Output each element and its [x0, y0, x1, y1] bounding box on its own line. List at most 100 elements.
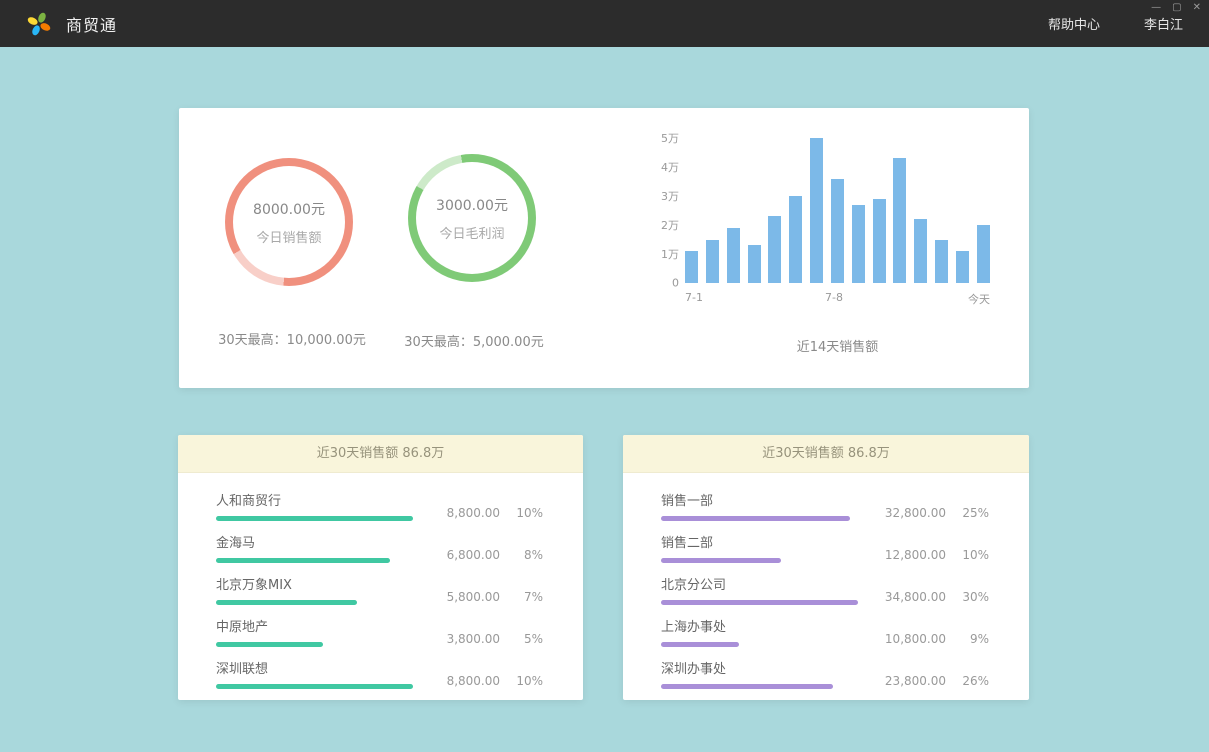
progress-bar [661, 516, 850, 521]
amount: 5,800.00 [447, 590, 500, 604]
customer-card-header: 近30天销售额 86.8万 [178, 435, 583, 473]
amount: 10,800.00 [885, 632, 946, 646]
chart-caption: 近14天销售额 [685, 336, 990, 355]
sales-bar [914, 219, 927, 283]
amount: 23,800.00 [885, 674, 946, 688]
y-tick: 5万 [661, 130, 679, 146]
sales-bar [893, 158, 906, 283]
progress-bar [661, 600, 858, 605]
app-logo-icon [26, 11, 52, 37]
sales-bar [935, 240, 948, 284]
amount: 12,800.00 [885, 548, 946, 562]
percent: 30% [959, 590, 989, 604]
progress-bar [216, 516, 413, 521]
list-item: 深圳联想 8,800.00 10% [216, 658, 543, 689]
x-tick: 今天 [968, 291, 990, 307]
sales-summary-card: 8000.00元 今日销售额 30天最高：10,000.00元 3000.00元… [179, 108, 1029, 388]
percent: 25% [959, 506, 989, 520]
entity-name: 中原地产 [216, 616, 426, 635]
y-tick: 2万 [661, 217, 679, 233]
list-item: 金海马 6,800.00 8% [216, 532, 543, 563]
entity-name: 人和商贸行 [216, 490, 426, 509]
window-controls: — ▢ ✕ [1151, 3, 1201, 13]
username[interactable]: 李白江 [1144, 14, 1183, 33]
maximize-icon[interactable]: ▢ [1172, 3, 1181, 13]
entity-name: 上海办事处 [661, 616, 871, 635]
percent: 10% [513, 506, 543, 520]
list-item: 中原地产 3,800.00 5% [216, 616, 543, 647]
y-tick: 4万 [661, 159, 679, 175]
sales-bar [685, 251, 698, 283]
percent: 26% [959, 674, 989, 688]
sales-bar [956, 251, 969, 283]
today-sales-label: 今日销售额 [256, 227, 321, 246]
list-item: 北京分公司 34,800.00 30% [661, 574, 989, 605]
department-card-header: 近30天销售额 86.8万 [623, 435, 1029, 473]
list-item: 销售一部 32,800.00 25% [661, 490, 989, 521]
sales-bar [810, 138, 823, 283]
department-sales-card: 近30天销售额 86.8万 销售一部 32,800.00 25% 销售二部 12… [623, 435, 1029, 700]
department-rows: 销售一部 32,800.00 25% 销售二部 12,800.00 10% 北京… [623, 473, 1029, 689]
list-item: 销售二部 12,800.00 10% [661, 532, 989, 563]
x-tick: 7-8 [825, 291, 843, 304]
list-item: 上海办事处 10,800.00 9% [661, 616, 989, 647]
progress-bar [661, 642, 739, 647]
entity-name: 深圳联想 [216, 658, 426, 677]
sales-bar [977, 225, 990, 283]
amount: 32,800.00 [885, 506, 946, 520]
amount: 3,800.00 [447, 632, 500, 646]
help-center-link[interactable]: 帮助中心 [1048, 14, 1100, 33]
entity-name: 销售一部 [661, 490, 871, 509]
sales-bar [706, 240, 719, 284]
app-title: 商贸通 [66, 12, 117, 36]
amount: 8,800.00 [447, 674, 500, 688]
progress-bar [661, 558, 781, 563]
today-sales-value: 8000.00元 [253, 199, 325, 219]
y-tick: 1万 [661, 246, 679, 262]
sales-bar [873, 199, 886, 283]
entity-name: 销售二部 [661, 532, 871, 551]
list-item: 人和商贸行 8,800.00 10% [216, 490, 543, 521]
percent: 10% [959, 548, 989, 562]
entity-name: 深圳办事处 [661, 658, 871, 677]
percent: 7% [513, 590, 543, 604]
customer-sales-card: 近30天销售额 86.8万 人和商贸行 8,800.00 10% 金海马 6,8… [178, 435, 583, 700]
amount: 8,800.00 [447, 506, 500, 520]
titlebar: 商贸通 帮助中心 李白江 — ▢ ✕ [0, 0, 1209, 47]
amount: 34,800.00 [885, 590, 946, 604]
progress-bar [216, 642, 323, 647]
x-axis: 7-1 7-8 今天 [685, 291, 990, 307]
entity-name: 金海马 [216, 532, 426, 551]
sales-bar [768, 216, 781, 283]
x-tick: 7-1 [685, 291, 703, 304]
y-tick: 0 [672, 277, 679, 290]
progress-bar [216, 558, 390, 563]
percent: 10% [513, 674, 543, 688]
entity-name: 北京万象MIX [216, 574, 426, 593]
progress-bar [661, 684, 833, 689]
today-sales-donut: 8000.00元 今日销售额 [225, 158, 353, 286]
entity-name: 北京分公司 [661, 574, 871, 593]
percent: 9% [959, 632, 989, 646]
today-profit-donut: 3000.00元 今日毛利润 [408, 154, 536, 282]
profit-30day-max: 30天最高：5,000.00元 [364, 331, 584, 350]
minimize-icon[interactable]: — [1151, 3, 1161, 13]
sales-bar [748, 245, 761, 283]
today-profit-label: 今日毛利润 [439, 223, 504, 242]
sales-bar [852, 205, 865, 283]
percent: 8% [513, 548, 543, 562]
sales-bar [727, 228, 740, 283]
list-item: 北京万象MIX 5,800.00 7% [216, 574, 543, 605]
percent: 5% [513, 632, 543, 646]
close-icon[interactable]: ✕ [1193, 3, 1201, 13]
sales-14day-chart: 5万 4万 3万 2万 1万 0 7-1 7-8 今天 近14天销售额 [655, 138, 990, 388]
progress-bar [216, 600, 357, 605]
progress-bar [216, 684, 413, 689]
today-profit-value: 3000.00元 [436, 195, 508, 215]
list-item: 深圳办事处 23,800.00 26% [661, 658, 989, 689]
y-tick: 3万 [661, 188, 679, 204]
sales-bar [831, 179, 844, 283]
y-axis: 5万 4万 3万 2万 1万 0 [655, 138, 683, 283]
amount: 6,800.00 [447, 548, 500, 562]
bar-plot [685, 138, 990, 283]
